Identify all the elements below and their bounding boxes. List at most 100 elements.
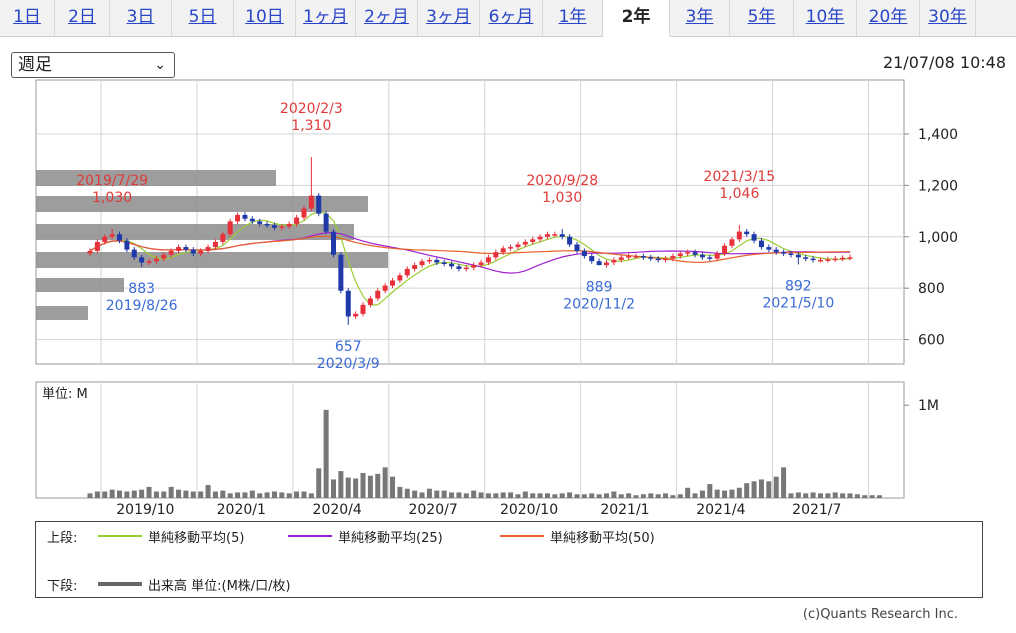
volume-bar [235,492,241,498]
volume-bar [139,489,145,498]
candle-body [699,254,705,258]
volume-bar [707,484,713,498]
volume-bar [685,487,691,498]
annotation-date-label: 2020/2/3 [280,101,343,117]
volume-bar [412,490,418,498]
candle-body [648,257,654,259]
candle-body [94,241,100,251]
volume-bar [146,486,152,498]
volume-bar [249,490,255,498]
candle-body [249,218,255,222]
volume-bar [854,494,860,498]
volume-bar [596,494,602,498]
candle-body [722,245,728,254]
candle-body [286,223,292,227]
volume-bar [825,493,831,498]
candle-body [655,258,661,261]
x-tick-label: 2020/4 [313,502,362,518]
legend-ma25-swatch [288,535,332,537]
volume-bar [803,493,809,498]
candle-body [212,241,218,248]
volume-bar [508,492,514,498]
candle-body [330,231,336,255]
volume-tick-label: 1M [918,398,939,414]
legend-volume-swatch [98,582,142,586]
candle-body [316,195,322,214]
legend-ma5-swatch [98,535,142,537]
annotation-value-label: 883 [128,281,155,297]
x-tick-label: 2020/7 [408,502,457,518]
x-tick-label: 2020/1 [217,502,266,518]
candle-body [375,290,381,299]
volume-bar [345,477,351,498]
candle-body [124,240,130,250]
candle-body [190,249,196,254]
volume-bar [330,479,336,498]
volume-bar [589,493,595,498]
candle-body [102,236,108,242]
candle-body [530,239,536,242]
volume-bar [390,476,396,498]
candle-body [257,221,263,224]
candle-body [744,231,750,235]
volume-bar [168,486,174,498]
candle-body [500,248,506,253]
candle-body [781,252,787,254]
volume-bar [611,491,617,498]
candle-body [611,259,617,263]
price-panel [35,79,905,365]
volume-bar [264,492,270,498]
candle-body [832,258,838,261]
candle-body [485,257,491,263]
volume-bar [294,491,300,498]
candle-body [478,262,484,266]
candle-body [279,226,285,228]
candle-body [471,265,477,268]
candle-body [198,250,204,254]
volume-bar [832,492,838,498]
candle-body [463,267,469,270]
volume-bar [773,476,779,498]
candle-body [456,266,462,269]
volume-bar [663,493,669,498]
volume-bar [449,492,455,498]
volume-bar [744,483,750,498]
volume-bar [360,472,366,498]
legend-upper-label: 上段: [47,531,78,546]
volume-bar [426,488,432,498]
volume-bar [729,489,735,498]
legend-ma5-label: 単純移動平均(5) [148,531,245,546]
candle-body [810,258,816,261]
annotation-value-label: 892 [785,279,812,295]
candle-body [242,214,248,219]
candle-body [633,256,639,258]
candle-body [803,257,809,259]
volume-bar [153,491,159,498]
candle-body [537,236,543,240]
volume-bar [692,493,698,498]
candle-body [508,247,514,249]
volume-bar [205,485,211,498]
annotation-value-label: 1,310 [291,118,331,134]
candle-body [360,304,366,314]
volume-bar [382,467,388,498]
annotation-date-label: 2020/11/2 [563,296,635,312]
volume-bar [544,493,550,498]
volume-bar [456,492,462,498]
volume-bar [618,494,624,498]
candle-body [338,254,344,291]
volume-profile-bar [36,278,124,292]
volume-bar [353,478,359,498]
candle-body [235,214,241,222]
volume-bar [552,494,558,498]
candle-body [131,249,137,258]
candle-body [817,259,823,262]
volume-bar [515,494,521,498]
candle-body [522,241,528,245]
volume-bar [626,493,632,498]
volume-bar [434,490,440,498]
volume-profile-bar [36,306,88,320]
volume-bar [471,490,477,498]
candle-body [736,231,742,240]
volume-bar [375,473,381,498]
